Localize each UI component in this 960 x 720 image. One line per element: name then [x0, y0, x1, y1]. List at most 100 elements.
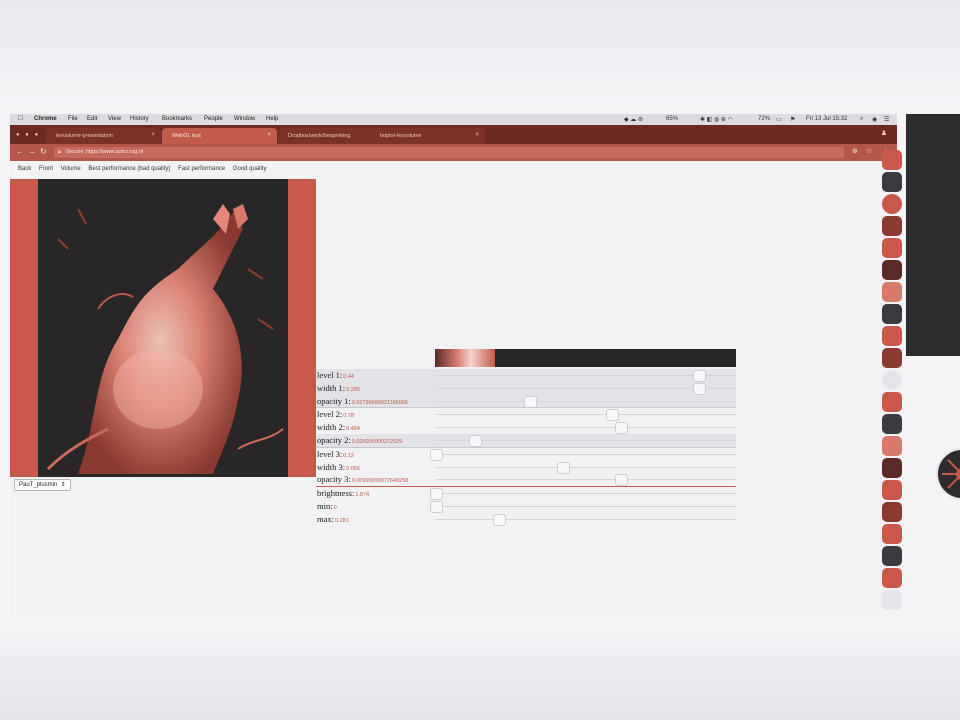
slider-thumb[interactable] [605, 409, 619, 422]
menu-view[interactable]: View [108, 116, 121, 122]
slider-track[interactable] [430, 488, 736, 501]
dock-app-icon[interactable] [882, 458, 902, 478]
preset-good-quality[interactable]: Good quality [233, 166, 267, 172]
preset-front[interactable]: Front [39, 166, 53, 172]
preset-back[interactable]: Back [18, 166, 31, 172]
colormap-preview [435, 349, 495, 367]
slider-track[interactable] [436, 422, 736, 435]
menu-bookmarks[interactable]: Bookmarks [162, 116, 192, 122]
slider-thumb[interactable] [615, 474, 629, 487]
volume-thumbnail-icon[interactable] [936, 448, 960, 500]
dock-app-icon[interactable] [882, 370, 902, 390]
control-value: 0.025000000372529 [351, 438, 403, 445]
flag-icon[interactable]: ⚑ [790, 116, 795, 123]
dock-app-icon[interactable] [882, 436, 902, 456]
dock-app-icon[interactable] [882, 172, 902, 192]
dock-app-icon[interactable] [882, 392, 902, 412]
transfer-function-bar [435, 349, 736, 367]
slider-track[interactable] [436, 434, 736, 447]
control-label-text: width 1: [317, 382, 346, 393]
dock-app-icon[interactable] [882, 414, 902, 434]
dock-trash-icon[interactable] [882, 590, 902, 610]
slider-thumb[interactable] [693, 382, 707, 395]
dock-app-icon[interactable] [882, 502, 902, 522]
profile-icon[interactable]: ♟ [881, 129, 887, 137]
preset-best-performance[interactable]: Best performance (bad quality) [88, 166, 170, 172]
slider-track[interactable] [436, 513, 736, 526]
menubar-clock[interactable]: Fri 13 Jul 15:32 [806, 116, 847, 122]
dock-app-icon[interactable] [882, 238, 902, 258]
tab-lexvolume-presentation[interactable]: lexvolume-presentation × [46, 128, 161, 144]
control-label: min:0 [317, 501, 337, 511]
dock-app-icon[interactable] [882, 480, 902, 500]
reload-icon[interactable]: ↻ [40, 147, 47, 156]
slider-track[interactable] [436, 395, 736, 408]
tab-title: Dropbox/werk/bespreking [288, 133, 351, 139]
preset-fast-performance[interactable]: Fast performance [178, 166, 225, 172]
slider-track[interactable] [436, 409, 736, 422]
forward-arrow-icon[interactable]: → [28, 147, 36, 156]
bookmark-star-icon[interactable]: ☆ [866, 147, 872, 155]
menu-history[interactable]: History [130, 116, 149, 122]
dock-app-icon[interactable] [882, 260, 902, 280]
tab-boplot[interactable]: boplot-lexvolume × [370, 128, 485, 144]
menu-window[interactable]: Window [234, 116, 255, 122]
slider-thumb[interactable] [430, 488, 443, 501]
menu-file[interactable]: File [68, 116, 78, 122]
dock-app-icon[interactable] [882, 282, 902, 302]
apple-menu-icon[interactable]:  [18, 115, 23, 122]
slider-thumb[interactable] [493, 513, 506, 526]
slider-track[interactable] [436, 461, 736, 474]
dock-app-icon[interactable] [882, 524, 902, 544]
status-icons[interactable]: ✱ ◧ ◍ ⊕ ◠ [700, 116, 733, 123]
tab-close-icon[interactable]: × [475, 132, 479, 138]
slider-thumb[interactable] [469, 434, 482, 447]
slider-thumb[interactable] [430, 448, 443, 461]
slider-thumb[interactable] [693, 370, 707, 382]
dock-app-icon[interactable] [882, 194, 902, 214]
slider-track[interactable] [430, 500, 736, 513]
url-field[interactable]: 🔒︎ Secure https://www.astro.rug.nl [54, 147, 844, 158]
tab-close-icon[interactable]: × [151, 132, 155, 138]
slider-thumb[interactable] [615, 422, 629, 435]
slider-thumb[interactable] [556, 461, 570, 474]
search-icon[interactable]: ⌕ [860, 116, 863, 123]
colormap-select-value: PauT_plusmin [19, 482, 58, 488]
control-row: width 3:0.056 [316, 461, 736, 474]
slider-thumb[interactable] [523, 395, 537, 408]
slider-track[interactable] [436, 474, 736, 487]
preset-volume[interactable]: Volume [61, 166, 81, 172]
control-label: level 1:0.44 [317, 370, 354, 380]
slider-thumb[interactable] [430, 500, 443, 513]
back-arrow-icon[interactable]: ← [16, 147, 24, 156]
zoom-icon[interactable]: ⊕ [852, 147, 858, 155]
control-row: max:0.281 [316, 513, 736, 526]
webgl-canvas[interactable] [10, 179, 316, 477]
window-controls[interactable]: ● ● ● [16, 132, 40, 138]
dock-app-icon[interactable] [882, 216, 902, 236]
colormap-select[interactable]: PauT_plusmin ⇕ [14, 479, 71, 491]
tab-webgl-test[interactable]: WebGL test × [162, 128, 277, 144]
dropbox-icon[interactable]: ◆ ☁ ⊚ [624, 116, 643, 123]
control-row: level 3:0.12 [316, 446, 736, 461]
slider-track[interactable] [430, 448, 736, 461]
tab-close-icon[interactable]: × [267, 132, 271, 138]
dock-app-icon[interactable] [882, 150, 902, 170]
menu-help[interactable]: Help [266, 116, 278, 122]
dock-app-icon[interactable] [882, 326, 902, 346]
dock-app-icon[interactable] [882, 568, 902, 588]
volume-render[interactable] [38, 179, 288, 477]
battery-icon[interactable]: ▭ [776, 116, 782, 123]
menu-people[interactable]: People [204, 116, 223, 122]
slider-track[interactable] [436, 382, 736, 395]
dock-app-icon[interactable] [882, 546, 902, 566]
control-row: width 1:0.285 [316, 381, 736, 395]
menu-edit[interactable]: Edit [87, 116, 97, 122]
slider-track[interactable] [436, 370, 736, 382]
dock-app-icon[interactable] [882, 304, 902, 324]
control-label-text: opacity 1: [317, 395, 351, 406]
notification-center-icon[interactable]: ☰ [884, 116, 889, 123]
menu-chrome[interactable]: Chrome [34, 116, 57, 122]
dock-app-icon[interactable] [882, 348, 902, 368]
siri-icon[interactable]: ◉ [872, 116, 877, 123]
